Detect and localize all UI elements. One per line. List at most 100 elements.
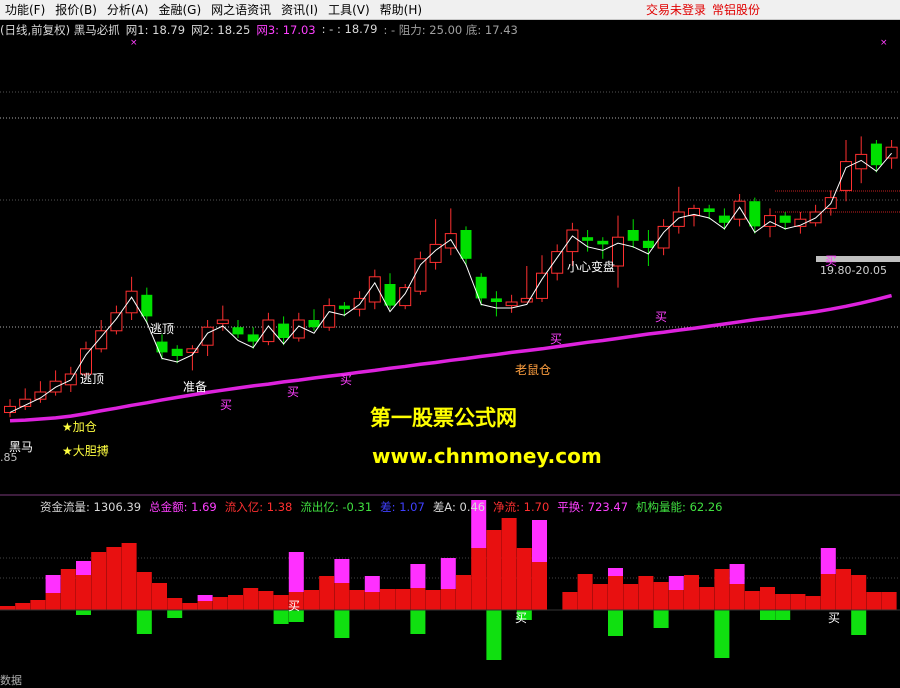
indicator-buy-label: 买 [288, 599, 301, 613]
watermark-url[interactable]: www.chnmoney.com [372, 444, 602, 468]
flow-bar-green [167, 610, 183, 618]
annotation-buy: 买 [340, 373, 353, 387]
flow-bar-red [471, 548, 487, 610]
candle-body[interactable] [399, 287, 412, 307]
indicator-buy-label: 买 [515, 611, 528, 625]
flow-bar-red [577, 574, 593, 610]
candle-body[interactable] [110, 312, 123, 332]
candle-body[interactable] [4, 405, 16, 414]
flow-bar-red [714, 569, 730, 610]
candle-body[interactable] [505, 301, 518, 307]
flow-bar-pink [76, 561, 91, 575]
footer-data-label: 数据 [0, 674, 22, 687]
annotation-escape-top-2: 逃顶 [150, 322, 175, 336]
flow-bar-red [623, 584, 639, 610]
flow-bar-red [532, 562, 547, 610]
flow-bar-red [167, 598, 183, 610]
diffa-value: 差A: 0.46 [432, 500, 486, 514]
candle-body[interactable] [597, 240, 609, 245]
candle-body[interactable] [247, 334, 259, 342]
flow-bar-green [653, 610, 669, 628]
candle-body[interactable] [338, 305, 350, 310]
candle-body[interactable] [384, 284, 396, 306]
candle-body[interactable] [141, 294, 153, 317]
flow-bar-green [851, 610, 867, 635]
flow-bar-red [152, 583, 167, 610]
flow-bar-red [729, 584, 745, 610]
candle-body[interactable] [460, 230, 472, 259]
flow-bar-red [30, 600, 46, 610]
flow-bar-red [395, 589, 411, 610]
flow-bar-red [136, 572, 152, 610]
flow-bar-green [775, 610, 791, 620]
candle-body[interactable] [733, 200, 746, 220]
flow-bar-pink [608, 568, 623, 576]
annotation-buy: 买 [220, 398, 233, 412]
flow-bar-red [60, 569, 76, 610]
candle-body[interactable] [216, 319, 229, 325]
flow-bar-red [197, 601, 213, 610]
close-line [9, 152, 892, 413]
flow-bar-red [182, 603, 198, 610]
candle-body[interactable] [855, 153, 868, 170]
candle-body[interactable] [490, 298, 502, 302]
flow-bar-red [820, 574, 836, 610]
candle-body[interactable] [885, 146, 898, 159]
candle-body[interactable] [749, 201, 761, 227]
candle-body[interactable] [870, 143, 882, 166]
candle-body[interactable] [582, 237, 594, 241]
annotation-prepare: 准备 [183, 380, 208, 394]
candle-body[interactable] [95, 330, 108, 350]
flow-bar-red [304, 590, 319, 610]
flow-bar-pink [440, 558, 456, 589]
flow-bar-red [15, 603, 31, 610]
candle-body[interactable] [642, 240, 654, 248]
chart-canvas[interactable]: × × [0, 0, 900, 687]
flow-bar-pink [729, 564, 745, 584]
candle-body[interactable] [779, 215, 791, 223]
annotation-buy: 买 [655, 310, 668, 324]
flow-bar-green [608, 610, 623, 636]
annotation-bold: ★大胆搏 [62, 444, 109, 458]
flow-bar-green [714, 610, 730, 658]
flow-bar-red [76, 575, 91, 610]
candle-body[interactable] [292, 319, 305, 339]
flow-bar-pink [45, 575, 61, 593]
flow-bar-red [866, 592, 882, 610]
flow-bar-green [136, 610, 152, 634]
flow-bar-pink [820, 548, 836, 574]
flow-bar-red [334, 583, 350, 610]
flow-bar-green [273, 610, 289, 624]
annotation-buy: 买 [287, 385, 300, 399]
candle-body[interactable] [703, 208, 715, 212]
flow-bar-pink [197, 595, 213, 601]
candle-body[interactable] [201, 326, 214, 346]
flow-bar-pink [288, 552, 304, 592]
flow-bar-red [744, 591, 760, 610]
flow-bar-green [410, 610, 426, 634]
marker-x: × [880, 38, 888, 48]
flow-bar-red [349, 590, 365, 610]
candle-body[interactable] [171, 348, 183, 356]
flow-bar-red [653, 582, 669, 610]
candle-body[interactable] [232, 327, 244, 335]
candle-body[interactable] [308, 320, 320, 328]
candle-body[interactable] [627, 230, 639, 241]
candle-body[interactable] [414, 258, 427, 292]
flow-bar-red [273, 595, 289, 610]
flow-bar-red [319, 576, 335, 610]
flow-bar-pink [364, 576, 380, 592]
net-value: 净流: 1.70 [493, 500, 550, 514]
flow-bar-red [638, 576, 654, 610]
flow-bar-red [608, 576, 623, 610]
candle-body[interactable] [672, 211, 685, 227]
candle-body[interactable] [718, 215, 730, 223]
flow-bar-red [228, 595, 243, 610]
candle-body[interactable] [156, 341, 168, 353]
flow-bar-red [851, 575, 867, 610]
diff-value: 差: 1.07 [380, 500, 425, 514]
flow-bar-red [456, 575, 471, 610]
candle-body[interactable] [278, 323, 290, 338]
indicator-header: 资金流量: 1306.39 总金额: 1.69 流入亿: 1.38 流出亿: -… [40, 499, 723, 515]
flow-bar-pink [334, 559, 350, 583]
